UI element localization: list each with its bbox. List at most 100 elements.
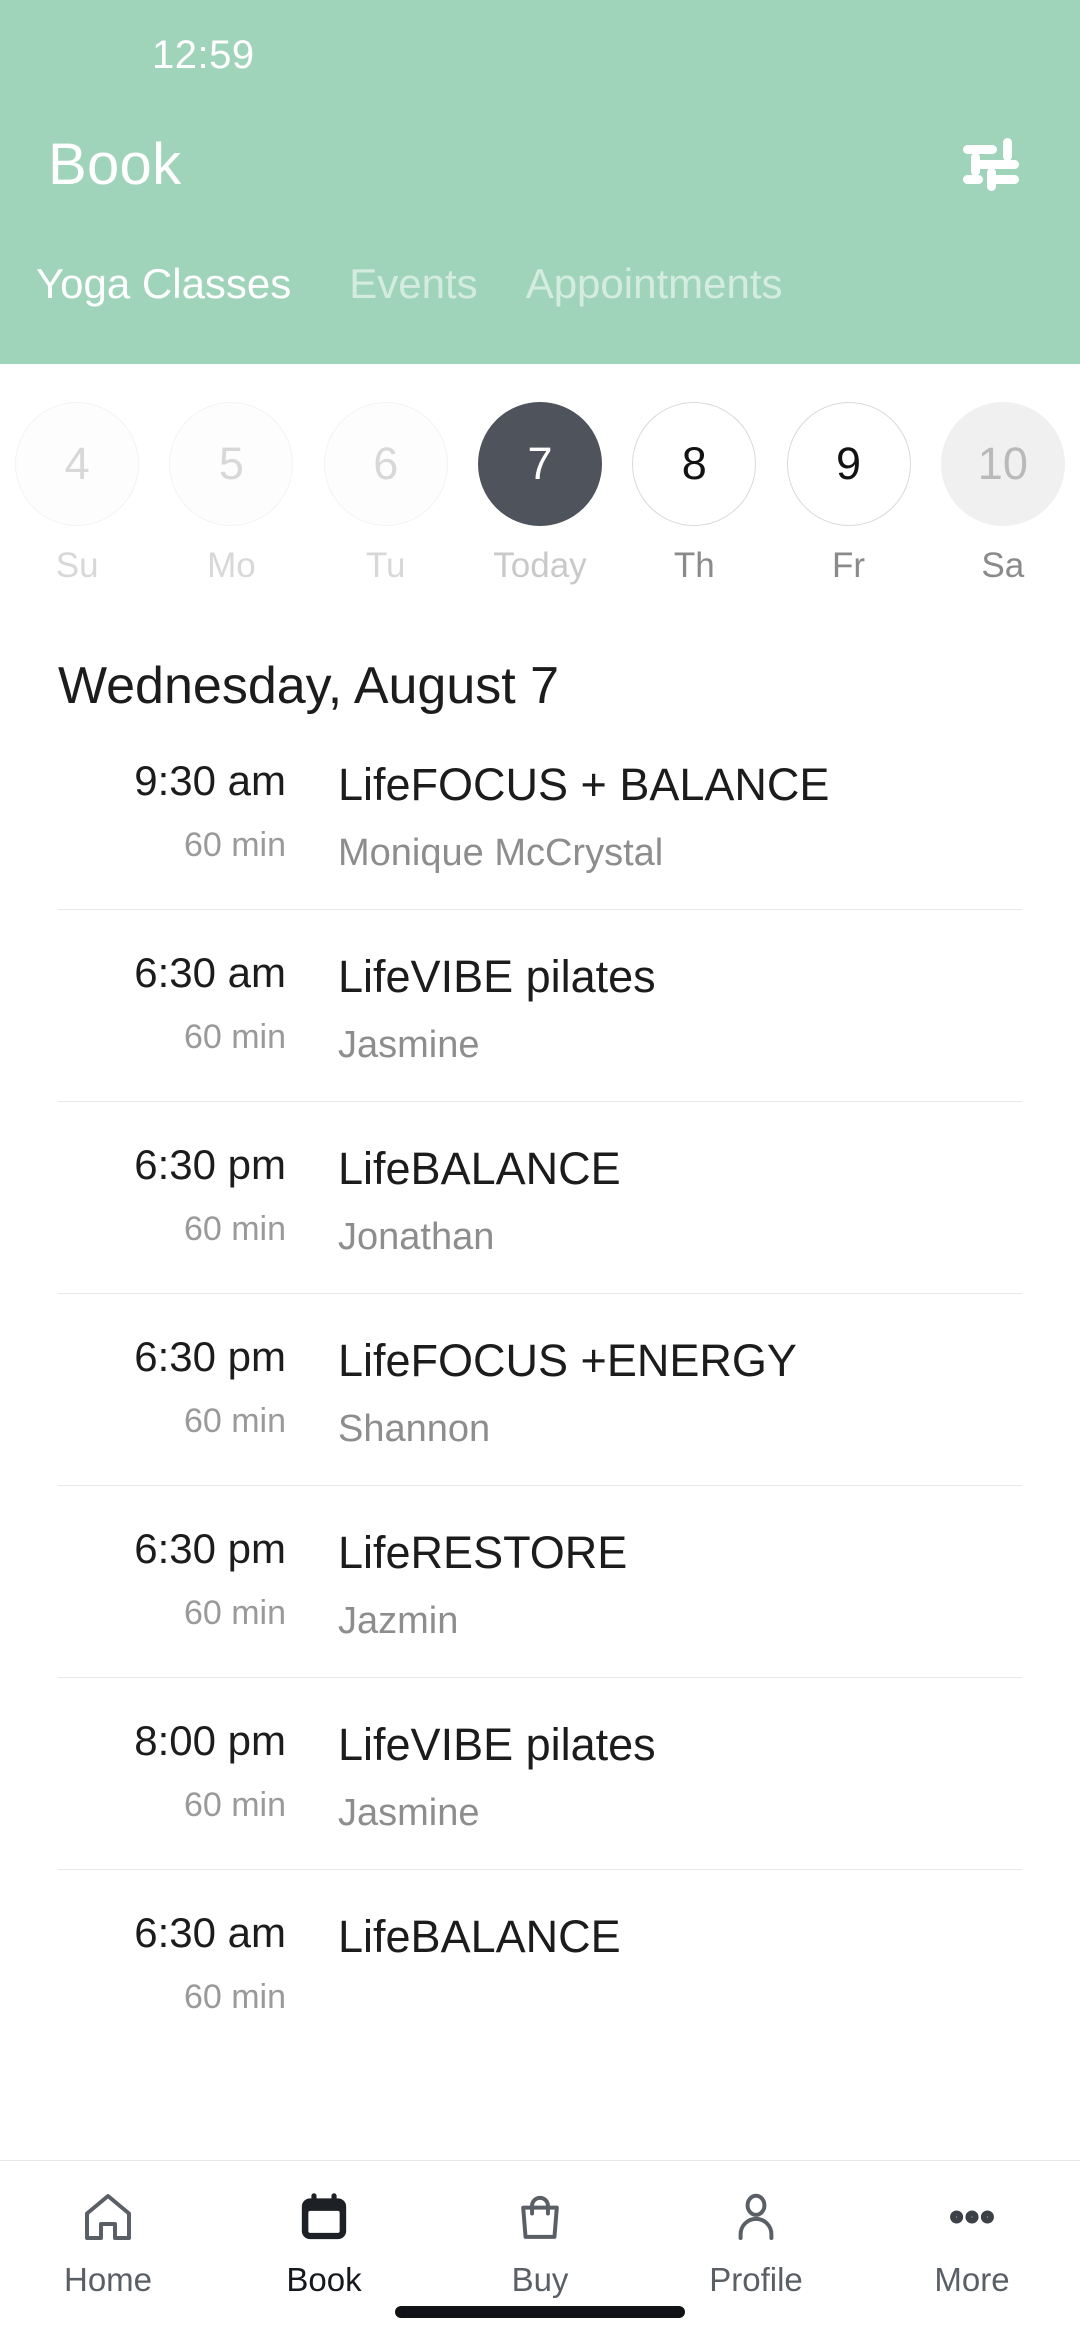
- class-name: LifeVIBE pilates: [338, 951, 656, 1002]
- nav-item-book[interactable]: Book: [216, 2187, 432, 2299]
- class-name: LifeRESTORE: [338, 1527, 628, 1578]
- class-row[interactable]: 8:00 pm 60 min LifeVIBE pilates Jasmine: [58, 1677, 1022, 1869]
- date-cell-6[interactable]: 6 Tu: [309, 402, 463, 586]
- tab-appointments[interactable]: Appointments: [502, 260, 807, 308]
- date-weekday: Today: [493, 546, 587, 585]
- class-time-column: 8:00 pm 60 min: [58, 1716, 338, 1825]
- nav-item-more[interactable]: More: [864, 2187, 1080, 2299]
- date-number: 10: [940, 402, 1065, 526]
- date-weekday: Su: [55, 546, 99, 585]
- sliders-icon: [963, 138, 1019, 191]
- home-indicator[interactable]: [395, 2306, 685, 2318]
- date-cell-4[interactable]: 4 Su: [0, 402, 154, 586]
- nav-label: Home: [63, 2261, 153, 2298]
- class-teacher: Jonathan: [338, 1216, 495, 1258]
- title-bar: Book: [0, 110, 1080, 218]
- date-weekday: Tu: [365, 546, 406, 585]
- class-row[interactable]: 6:30 am 60 min LifeVIBE pilates Jasmine: [58, 909, 1022, 1101]
- nav-label: More: [934, 2261, 1010, 2298]
- class-duration: 60 min: [183, 1977, 286, 2016]
- date-weekday: Fr: [832, 546, 866, 585]
- nav-item-buy[interactable]: Buy: [432, 2187, 648, 2299]
- class-time: 6:30 pm: [134, 1525, 286, 1572]
- class-info-column: LifeFOCUS + BALANCE Monique McCrystal: [338, 756, 1022, 875]
- date-cell-8[interactable]: 8 Th: [617, 402, 771, 586]
- nav-item-profile[interactable]: Profile: [648, 2187, 864, 2299]
- class-row[interactable]: 9:30 am 60 min LifeFOCUS + BALANCE Moniq…: [58, 750, 1022, 909]
- class-row[interactable]: 6:30 pm 60 min LifeRESTORE Jazmin: [58, 1485, 1022, 1677]
- class-teacher: Jazmin: [338, 1600, 459, 1642]
- class-duration: 60 min: [183, 1593, 286, 1632]
- tab-events[interactable]: Events: [325, 260, 501, 308]
- class-time-column: 6:30 pm 60 min: [58, 1140, 338, 1249]
- class-teacher: Shannon: [338, 1408, 491, 1450]
- class-teacher: Monique McCrystal: [338, 832, 664, 874]
- date-picker-strip: 4 Su 5 Mo 6 Tu 7 Today 8 Th 9 Fr 10 Sa: [0, 364, 1080, 604]
- nav-label: Profile: [709, 2261, 803, 2298]
- date-number: 7: [477, 402, 602, 526]
- class-time: 6:30 am: [134, 949, 286, 996]
- date-weekday: Mo: [207, 546, 256, 585]
- class-time: 6:30 pm: [134, 1141, 286, 1188]
- class-time: 6:30 am: [134, 1909, 286, 1956]
- class-time-column: 6:30 am 60 min: [58, 948, 338, 1057]
- class-name: LifeBALANCE: [338, 1911, 621, 1962]
- class-time-column: 6:30 pm 60 min: [58, 1524, 338, 1633]
- app-header: 12:59 Book Yoga Classes Events Appointme…: [0, 0, 1080, 364]
- class-info-column: LifeBALANCE Jonathan: [338, 1140, 1022, 1259]
- nav-item-home[interactable]: Home: [0, 2187, 216, 2299]
- date-cell-5[interactable]: 5 Mo: [154, 402, 308, 586]
- nav-label: Book: [286, 2261, 362, 2298]
- date-number: 9: [786, 402, 911, 526]
- class-row[interactable]: 6:30 pm 60 min LifeBALANCE Jonathan: [58, 1101, 1022, 1293]
- class-duration: 60 min: [183, 1017, 286, 1056]
- class-row[interactable]: 6:30 pm 60 min LifeFOCUS +ENERGY Shannon: [58, 1293, 1022, 1485]
- class-duration: 60 min: [183, 1401, 286, 1440]
- app-screen: 12:59 Book Yoga Classes Events Appointme…: [0, 0, 1080, 2340]
- schedule-date-heading: Wednesday, August 7: [58, 657, 560, 715]
- class-name: LifeFOCUS +ENERGY: [338, 1335, 797, 1386]
- status-bar-clock: 12:59: [152, 32, 255, 77]
- filter-button[interactable]: [954, 127, 1028, 201]
- date-weekday: Sa: [981, 546, 1025, 585]
- class-info-column: LifeRESTORE Jazmin: [338, 1524, 1022, 1643]
- class-list-area[interactable]: Wednesday, August 7 9:30 am 60 min LifeF…: [0, 604, 1080, 2160]
- date-cell-10[interactable]: 10 Sa: [926, 402, 1080, 586]
- date-number: 4: [15, 402, 140, 526]
- person-icon: [728, 2187, 784, 2247]
- class-time: 9:30 am: [134, 757, 286, 804]
- class-teacher: Jasmine: [338, 1024, 480, 1066]
- calendar-icon: [296, 2187, 352, 2247]
- class-row[interactable]: 6:30 am 60 min LifeBALANCE: [58, 1869, 1022, 2051]
- home-icon: [80, 2187, 136, 2247]
- date-cell-7-today[interactable]: 7 Today: [463, 402, 617, 586]
- class-time-column: 6:30 am 60 min: [58, 1908, 338, 2017]
- class-duration: 60 min: [183, 825, 286, 864]
- class-time: 8:00 pm: [134, 1717, 286, 1764]
- status-bar: 12:59: [0, 0, 1080, 110]
- section-tabs: Yoga Classes Events Appointments: [0, 218, 1080, 364]
- date-number: 5: [169, 402, 294, 526]
- class-info-column: LifeFOCUS +ENERGY Shannon: [338, 1332, 1022, 1451]
- class-time-column: 9:30 am 60 min: [58, 756, 338, 865]
- class-time-column: 6:30 pm 60 min: [58, 1332, 338, 1441]
- class-time: 6:30 pm: [134, 1333, 286, 1380]
- bag-icon: [512, 2187, 568, 2247]
- tab-yoga-classes[interactable]: Yoga Classes: [0, 260, 325, 308]
- nav-label: Buy: [511, 2261, 569, 2298]
- date-cell-9[interactable]: 9 Fr: [771, 402, 925, 586]
- page-title: Book: [48, 131, 182, 197]
- class-info-column: LifeVIBE pilates Jasmine: [338, 948, 1022, 1067]
- class-name: LifeVIBE pilates: [338, 1719, 656, 1770]
- date-number: 8: [632, 402, 757, 526]
- class-name: LifeBALANCE: [338, 1143, 621, 1194]
- class-info-column: LifeBALANCE: [338, 1908, 1022, 1984]
- class-duration: 60 min: [183, 1785, 286, 1824]
- ellipsis-icon: [944, 2187, 1000, 2247]
- class-name: LifeFOCUS + BALANCE: [338, 759, 830, 810]
- date-number: 6: [323, 402, 448, 526]
- class-teacher: Jasmine: [338, 1792, 480, 1834]
- date-weekday: Th: [673, 546, 715, 585]
- class-duration: 60 min: [183, 1209, 286, 1248]
- class-info-column: LifeVIBE pilates Jasmine: [338, 1716, 1022, 1835]
